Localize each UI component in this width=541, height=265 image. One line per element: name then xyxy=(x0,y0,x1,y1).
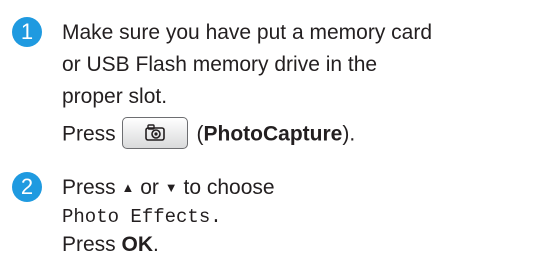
press-text: Press xyxy=(62,233,116,256)
or-text: or xyxy=(140,176,159,199)
period: . xyxy=(153,233,159,256)
step2-line-1: Press ▲ or ▼ to choose xyxy=(62,175,275,201)
step-number-2: 2 xyxy=(12,172,42,202)
press-text: Press xyxy=(62,122,116,146)
camera-icon xyxy=(144,124,165,141)
photocapture-key xyxy=(121,117,188,149)
choose-text: to choose xyxy=(183,176,275,199)
menu-option-photo-effects: Photo Effects. xyxy=(62,206,222,228)
step-number-1: 1 xyxy=(12,17,42,47)
paren-open: ( xyxy=(190,122,204,146)
step1-line-3: proper slot. xyxy=(62,85,168,108)
photocapture-label: PhotoCapture xyxy=(203,122,343,146)
up-arrow-icon: ▲ xyxy=(121,180,135,195)
paren-close: ). xyxy=(342,122,356,146)
ok-label: OK xyxy=(121,233,154,256)
step1-line-1: Make sure you have put a memory card xyxy=(62,21,433,44)
step1-line-2: or USB Flash memory drive in the xyxy=(62,53,378,76)
press-text: Press xyxy=(62,176,116,199)
step1-press-line: Press (PhotoCapture). xyxy=(62,117,356,151)
down-arrow-icon: ▼ xyxy=(164,180,178,195)
step2-line-3: Press OK. xyxy=(62,232,159,258)
